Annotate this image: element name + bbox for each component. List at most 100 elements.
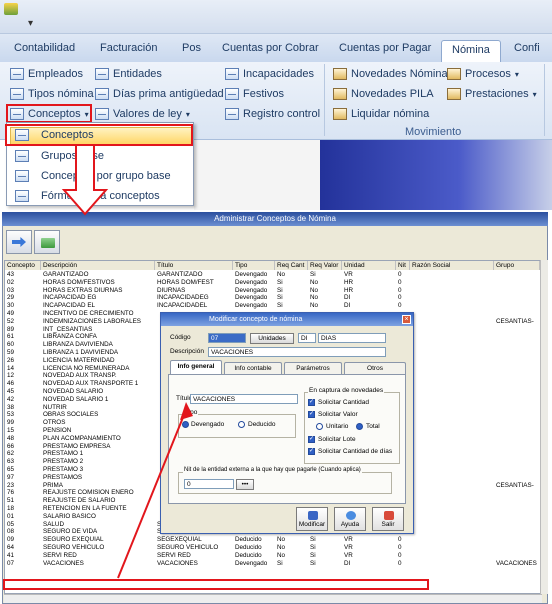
- table-row[interactable]: 41 SERVI RED SERVI RED Deducido No Si VR 0: [5, 552, 541, 560]
- tab-cuentas-por-pagar[interactable]: Cuentas por Pagar: [339, 42, 431, 54]
- incapacidades-button[interactable]: Incapacidades: [225, 68, 314, 80]
- ayuda-button[interactable]: Ayuda: [334, 507, 366, 531]
- grid-icon: [15, 190, 29, 202]
- salir-button[interactable]: Salir: [372, 507, 404, 531]
- tab-facturacion[interactable]: Facturación: [100, 42, 157, 54]
- tab-pos[interactable]: Pos: [182, 42, 201, 54]
- col-header-req-cant[interactable]: Req Cant: [275, 261, 308, 270]
- unidad-code-field[interactable]: DI: [298, 333, 316, 343]
- table-row[interactable]: 02 HORAS DOM/FESTIVOS HORAS DOM/FEST Deveng…: [5, 279, 541, 287]
- table-cell: Si: [277, 278, 283, 286]
- deducido-radio[interactable]: [238, 421, 245, 428]
- tab-configuracion[interactable]: Confi: [514, 42, 540, 54]
- prestaciones-button[interactable]: Prestaciones ▾: [447, 88, 537, 100]
- table-cell: PENSION: [43, 427, 72, 434]
- table-cell: Si: [277, 286, 283, 294]
- titulo-field[interactable]: VACACIONES: [190, 394, 298, 404]
- close-icon[interactable]: ×: [402, 315, 411, 324]
- nit-field[interactable]: 0: [184, 479, 234, 489]
- tab-otros[interactable]: Otros: [344, 362, 406, 374]
- tab-contabilidad[interactable]: Contabilidad: [14, 42, 75, 54]
- book-icon: [447, 68, 461, 80]
- devengado-radio[interactable]: [182, 421, 189, 428]
- table-row[interactable]: 29 INCAPACIDAD EG INCAPACIDADEG Devengado Si…: [5, 294, 541, 302]
- modificar-button[interactable]: Modificar: [296, 507, 328, 531]
- nit-group-label: Nit de la entidad externa a la que hay q…: [183, 467, 362, 473]
- unidades-button[interactable]: Unidades: [250, 333, 294, 344]
- col-header-razon-social[interactable]: Razón Social: [410, 261, 494, 270]
- table-cell: 03: [7, 286, 15, 294]
- col-header-req-valor[interactable]: Req Valor: [308, 261, 342, 270]
- horizontal-scrollbar[interactable]: [4, 594, 542, 603]
- tipos-nomina-button[interactable]: Tipos nómina: [10, 88, 94, 100]
- festivos-button[interactable]: Festivos: [225, 88, 284, 100]
- novedades-nomina-button[interactable]: Novedades Nómina: [333, 68, 448, 80]
- col-header-descripcion[interactable]: Descripción: [41, 261, 155, 270]
- liquidar-nomina-button[interactable]: Liquidar nómina: [333, 108, 429, 120]
- table-row[interactable]: 64 SEGURO VEHICULO SEGURO VEHICULO Deducido…: [5, 544, 541, 552]
- table-cell: 0: [398, 551, 402, 559]
- table-cell: No: [310, 294, 319, 302]
- dias-prima-button[interactable]: Días prima antigüedad: [95, 88, 224, 100]
- entidades-button[interactable]: Entidades: [95, 68, 162, 80]
- solicitar-dias-checkbox[interactable]: ✓: [308, 448, 315, 455]
- table-row[interactable]: 30 INCAPACIDAD EL INCAPACIDADEL Devengado Si…: [5, 302, 541, 310]
- menu-item-formula-conceptos[interactable]: Fórmula para conceptos: [15, 190, 160, 202]
- table-cell: 65: [7, 466, 15, 473]
- view-button[interactable]: [34, 230, 60, 254]
- incapacidades-label: Incapacidades: [243, 68, 314, 80]
- tab-parametros[interactable]: Parámetros: [284, 362, 342, 374]
- quick-access-menu[interactable]: ▾: [28, 18, 33, 29]
- table-row[interactable]: 09 SEGURO EXEQUIAL SEGEXEQUIAL Deducido No Si…: [5, 536, 541, 544]
- procesos-button[interactable]: Procesos ▾: [447, 68, 519, 80]
- table-cell: 23: [7, 481, 15, 489]
- descripcion-field[interactable]: VACACIONES: [208, 347, 386, 357]
- col-header-nit[interactable]: Nit: [396, 261, 410, 270]
- solicitar-lote-checkbox[interactable]: ✓: [308, 436, 315, 443]
- table-cell: NOVEDAD SALARIO 1: [43, 395, 109, 403]
- solicitar-cantidad-checkbox[interactable]: ✓: [308, 399, 315, 406]
- table-cell: 49: [7, 310, 15, 317]
- table-cell: SEGURO DE VIDA: [43, 528, 98, 536]
- menu-item-grupos-base[interactable]: Grupos base: [15, 150, 104, 162]
- col-header-tipo[interactable]: Tipo: [233, 261, 275, 270]
- nit-lookup-button[interactable]: •••: [236, 479, 254, 490]
- tab-info-contable[interactable]: Info contable: [224, 362, 282, 374]
- table-row[interactable]: 43 GARANTIZADO GARANTIZADO Devengado No Si VR 0: [5, 271, 541, 279]
- solicitar-valor-checkbox[interactable]: ✓: [308, 411, 315, 418]
- tab-nomina[interactable]: Nómina: [441, 40, 501, 62]
- table-cell: LIBRANZA DAVIVIENDA: [43, 341, 113, 349]
- table-cell: 41: [7, 551, 15, 559]
- col-header-titulo[interactable]: Título: [155, 261, 233, 270]
- empleados-button[interactable]: Empleados: [10, 68, 83, 80]
- table-cell: PRIMA: [43, 481, 63, 489]
- unidad-name-field[interactable]: DIAS: [318, 333, 386, 343]
- festivos-label: Festivos: [243, 88, 284, 100]
- table-cell: 14: [7, 364, 15, 372]
- table-cell: 05: [7, 520, 15, 528]
- table-cell: 0: [398, 536, 402, 544]
- table-cell: Devengado: [235, 559, 268, 567]
- table-cell: 66: [7, 442, 15, 450]
- total-radio[interactable]: [356, 423, 363, 430]
- unitario-radio[interactable]: [316, 423, 323, 430]
- codigo-field[interactable]: 07: [208, 333, 246, 343]
- novedades-pila-button[interactable]: Novedades PILA: [333, 88, 434, 100]
- devengado-label: Devengado: [191, 421, 225, 428]
- valores-ley-button[interactable]: Valores de ley ▾: [95, 108, 190, 120]
- tab-cuentas-por-cobrar[interactable]: Cuentas por Cobrar: [222, 42, 319, 54]
- tab-info-general[interactable]: Info general: [170, 360, 222, 375]
- table-cell: Devengado: [235, 271, 268, 278]
- table-cell: SERVI RED: [157, 551, 191, 559]
- export-button[interactable]: [6, 230, 32, 254]
- table-row[interactable]: 03 HORAS EXTRAS DIURNAS DIURNAS Devengado Si…: [5, 287, 541, 295]
- col-header-grupo[interactable]: Grupo: [494, 261, 540, 270]
- table-row[interactable]: 07 VACACIONES VACACIONES Devengado Si Si DI 0 VA…: [5, 559, 541, 568]
- col-header-unidad[interactable]: Unidad: [342, 261, 396, 270]
- vertical-scrollbar[interactable]: [540, 260, 548, 594]
- registro-control-button[interactable]: Registro control: [225, 108, 320, 120]
- menu-item-conceptos-por-grupo-base[interactable]: Conceptos por grupo base: [15, 170, 171, 182]
- tipo-group-label: Tipo: [184, 409, 199, 416]
- table-cell: 0: [398, 544, 402, 551]
- col-header-concepto[interactable]: Concepto: [5, 261, 41, 270]
